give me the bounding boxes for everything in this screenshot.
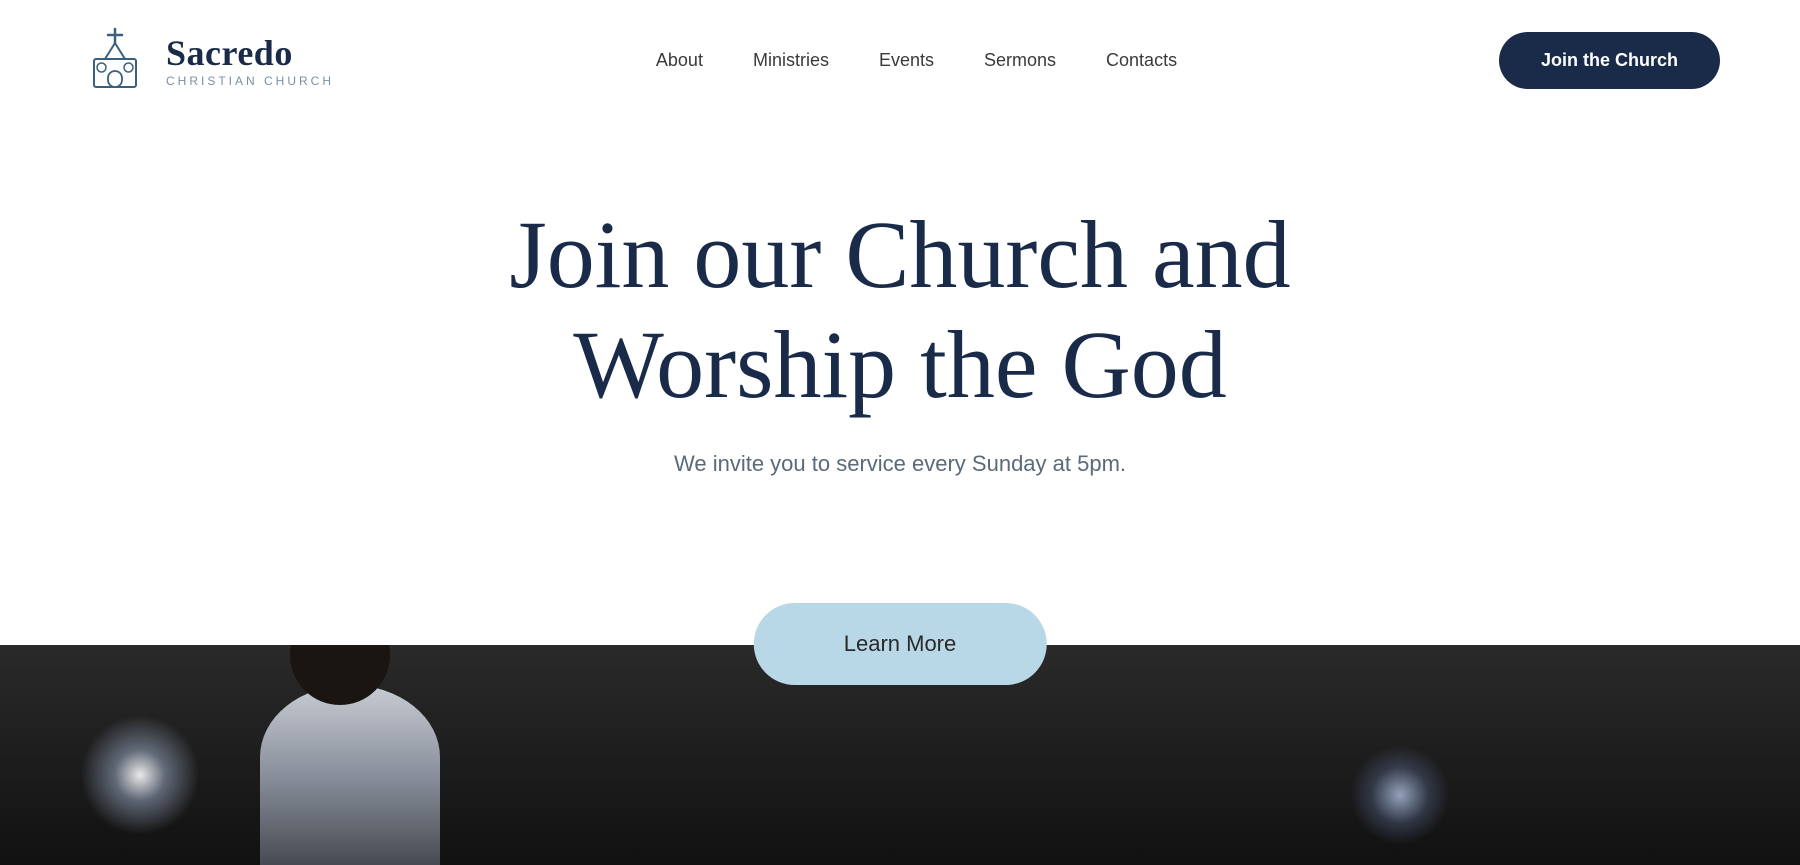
logo-subtitle: CHRISTIAN CHURCH <box>166 74 334 88</box>
learn-more-wrapper: Learn More <box>754 603 1047 685</box>
main-nav: About Ministries Events Sermons Contacts <box>656 50 1177 71</box>
nav-item-sermons[interactable]: Sermons <box>984 50 1056 71</box>
hero-text-area: Join our Church and Worship the God We i… <box>509 200 1290 537</box>
figure-body <box>260 685 440 865</box>
learn-more-button[interactable]: Learn More <box>754 603 1047 685</box>
church-icon <box>80 25 150 95</box>
hero-section: Join our Church and Worship the God We i… <box>0 120 1800 865</box>
logo-text: Sacredo CHRISTIAN CHURCH <box>166 32 334 88</box>
light-flare-left <box>80 715 200 835</box>
hero-subtitle: We invite you to service every Sunday at… <box>509 451 1290 477</box>
nav-item-about[interactable]: About <box>656 50 703 71</box>
nav-item-events[interactable]: Events <box>879 50 934 71</box>
hero-title-line2: Worship the God <box>573 311 1227 418</box>
site-header: Sacredo CHRISTIAN CHURCH About Ministrie… <box>0 0 1800 120</box>
join-church-button[interactable]: Join the Church <box>1499 32 1720 89</box>
logo-name: Sacredo <box>166 32 334 74</box>
light-flare-right <box>1350 745 1450 845</box>
hero-title-line1: Join our Church and <box>509 201 1290 308</box>
nav-item-ministries[interactable]: Ministries <box>753 50 829 71</box>
nav-item-contacts[interactable]: Contacts <box>1106 50 1177 71</box>
hero-title: Join our Church and Worship the God <box>509 200 1290 421</box>
logo-area: Sacredo CHRISTIAN CHURCH <box>80 25 334 95</box>
